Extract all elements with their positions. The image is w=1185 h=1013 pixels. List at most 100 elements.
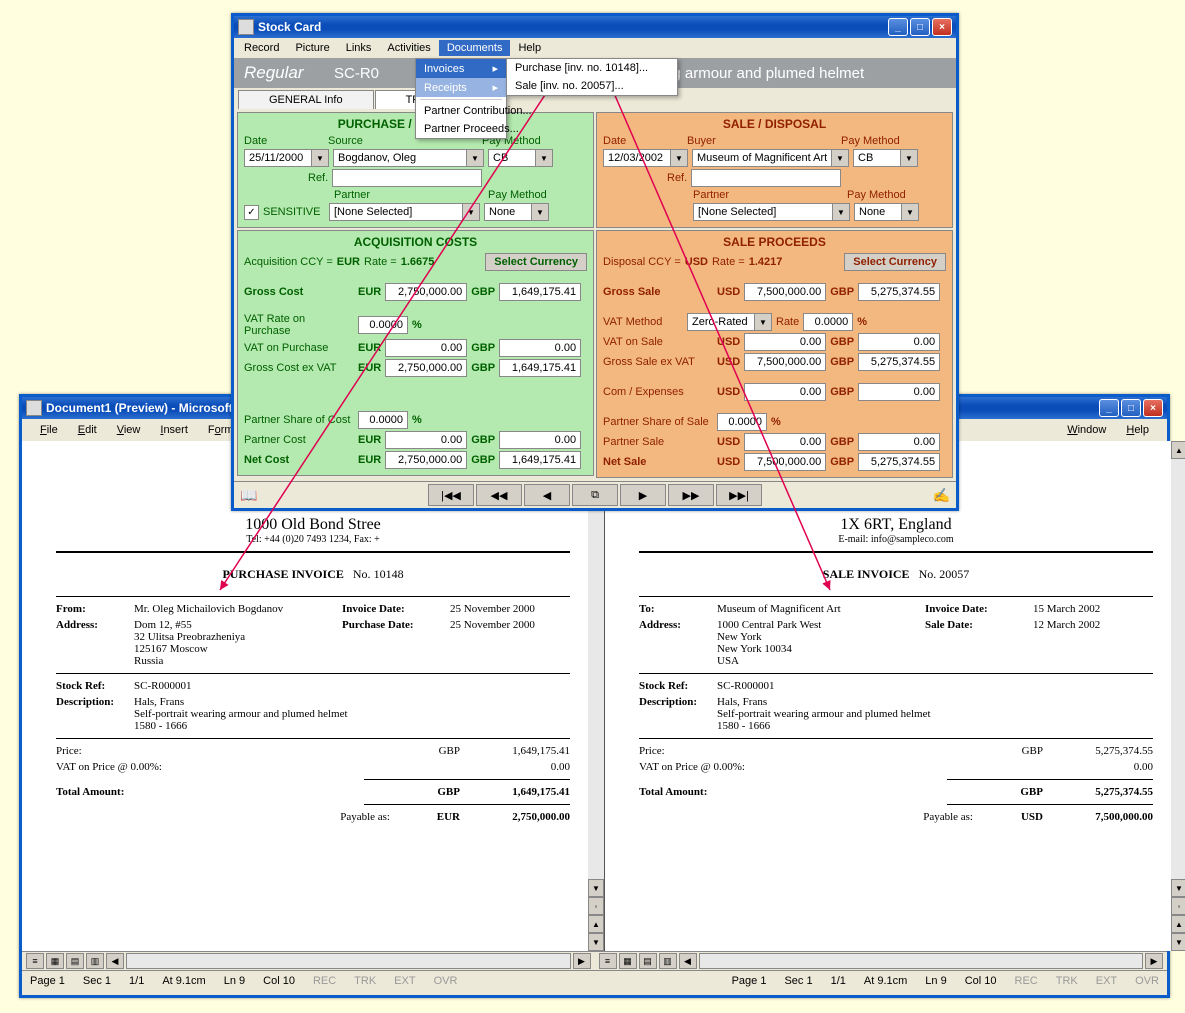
select-currency-acq[interactable]: Select Currency bbox=[485, 253, 587, 271]
status-col: Col 10 bbox=[263, 975, 295, 987]
nav-copy[interactable]: ⧉ bbox=[572, 484, 618, 506]
payable-label: Payable as: bbox=[56, 811, 390, 823]
nav-next[interactable]: ▶ bbox=[620, 484, 666, 506]
menu-activities[interactable]: Activities bbox=[379, 40, 438, 56]
menu-view[interactable]: View bbox=[107, 424, 151, 436]
grossex-v2[interactable] bbox=[499, 359, 581, 377]
sale-partner-field[interactable]: ▼ bbox=[693, 203, 850, 221]
select-currency-sale[interactable]: Select Currency bbox=[844, 253, 946, 271]
gross-v1[interactable] bbox=[385, 283, 467, 301]
s-vatmethod-rate[interactable] bbox=[803, 313, 853, 331]
s-vat-v1[interactable] bbox=[744, 333, 826, 351]
nav-prev[interactable]: ◀ bbox=[524, 484, 570, 506]
sale-ref-field[interactable] bbox=[691, 169, 841, 187]
vat-v2[interactable] bbox=[499, 339, 581, 357]
menu-invoices[interactable]: Invoices▸ bbox=[416, 59, 506, 78]
net-v2[interactable] bbox=[499, 451, 581, 469]
s-gross-v1[interactable] bbox=[744, 283, 826, 301]
maximize-button[interactable]: □ bbox=[910, 18, 930, 36]
scrollbar-doc2[interactable]: ▲▼◦▲▼ bbox=[1171, 441, 1185, 951]
menu-purchase-invoice[interactable]: Purchase [inv. no. 10148]... bbox=[507, 59, 677, 77]
purchase-pay1-field[interactable]: ▼ bbox=[488, 149, 553, 167]
sale-pay1-field[interactable]: ▼ bbox=[853, 149, 918, 167]
nav-next-page[interactable]: ▶▶ bbox=[668, 484, 714, 506]
view-btn-2[interactable]: ▦ bbox=[46, 953, 64, 969]
view-btn-4b[interactable]: ▥ bbox=[659, 953, 677, 969]
view-btn-4[interactable]: ▥ bbox=[86, 953, 104, 969]
menu-help[interactable]: Help bbox=[1116, 424, 1159, 436]
scroll-left-b[interactable]: ◀ bbox=[679, 953, 697, 969]
menu-sale-invoice[interactable]: Sale [inv. no. 20057]... bbox=[507, 77, 677, 95]
menu-documents[interactable]: Documents bbox=[439, 40, 511, 56]
vat-v1[interactable] bbox=[385, 339, 467, 357]
purchase-date-field[interactable]: ▼ bbox=[244, 149, 329, 167]
hscroll-track[interactable] bbox=[126, 953, 571, 969]
view-btn-3b[interactable]: ▤ bbox=[639, 953, 657, 969]
nav-prev-page[interactable]: ◀◀ bbox=[476, 484, 522, 506]
close-button[interactable]: × bbox=[932, 18, 952, 36]
sensitive-checkbox[interactable]: ✓ bbox=[244, 205, 259, 220]
gross-ccy2: GBP bbox=[471, 286, 495, 298]
s-gross-v2[interactable] bbox=[858, 283, 940, 301]
net-v1[interactable] bbox=[385, 451, 467, 469]
sale-pay2-field[interactable]: ▼ bbox=[854, 203, 919, 221]
scroll-left[interactable]: ◀ bbox=[106, 953, 124, 969]
menu-window[interactable]: Window bbox=[1057, 424, 1116, 436]
menu-receipts[interactable]: Receipts▸ bbox=[416, 78, 506, 97]
purchase-ref-field[interactable] bbox=[332, 169, 482, 187]
menu-record[interactable]: Record bbox=[236, 40, 287, 56]
menu-edit[interactable]: Edit bbox=[68, 424, 107, 436]
vatmethod-field[interactable]: ▼ bbox=[687, 313, 772, 331]
2view-btn-2b[interactable]: ▦ bbox=[619, 953, 637, 969]
grossex-v1[interactable] bbox=[385, 359, 467, 377]
menu-partner-contribution[interactable]: Partner Contribution... bbox=[416, 102, 506, 120]
minimize-button[interactable]: _ bbox=[1099, 399, 1119, 417]
vat-ccy2: GBP bbox=[471, 342, 495, 354]
menu-picture[interactable]: Picture bbox=[287, 40, 337, 56]
menu-partner-proceeds[interactable]: Partner Proceeds... bbox=[416, 120, 506, 138]
book-icon[interactable]: 📖 bbox=[240, 487, 257, 504]
s-grossex-v1[interactable] bbox=[744, 353, 826, 371]
nav-first[interactable]: |◀◀ bbox=[428, 484, 474, 506]
view-btn-3[interactable]: ▤ bbox=[66, 953, 84, 969]
purchase-pay2-field[interactable]: ▼ bbox=[484, 203, 549, 221]
s-psale-v1[interactable] bbox=[744, 433, 826, 451]
s-lbl-pay2: Pay Method bbox=[847, 189, 906, 201]
gross-v2[interactable] bbox=[499, 283, 581, 301]
menu-links[interactable]: Links bbox=[338, 40, 380, 56]
pcost-v2[interactable] bbox=[499, 431, 581, 449]
s-psale-v2[interactable] bbox=[858, 433, 940, 451]
s-grossex-v2[interactable] bbox=[858, 353, 940, 371]
view-btn-1[interactable]: ≡ bbox=[26, 953, 44, 969]
s-net-v2[interactable] bbox=[858, 453, 940, 471]
vatrate-v[interactable] bbox=[358, 316, 408, 334]
nav-last[interactable]: ▶▶| bbox=[716, 484, 762, 506]
pshare-v[interactable] bbox=[358, 411, 408, 429]
signature-icon[interactable]: ✍ bbox=[933, 487, 950, 504]
s-lbl-grossex: Gross Sale ex VAT bbox=[603, 356, 713, 368]
s-comexp-v2[interactable] bbox=[858, 383, 940, 401]
menu-help[interactable]: Help bbox=[510, 40, 549, 56]
purchase-partner-field[interactable]: ▼ bbox=[329, 203, 480, 221]
total2-label: Total Amount: bbox=[639, 786, 973, 798]
sale-buyer-field[interactable]: ▼ bbox=[692, 149, 849, 167]
pcost-v1[interactable] bbox=[385, 431, 467, 449]
view-btn-1b[interactable]: ≡ bbox=[599, 953, 617, 969]
scroll-right[interactable]: ▶ bbox=[573, 953, 591, 969]
scrollbar-doc1[interactable]: ▲▼◦▲▼ bbox=[588, 441, 604, 951]
menu-file[interactable]: File bbox=[30, 424, 68, 436]
sale-date-field[interactable]: ▼ bbox=[603, 149, 688, 167]
minimize-button[interactable]: _ bbox=[888, 18, 908, 36]
maximize-button[interactable]: □ bbox=[1121, 399, 1141, 417]
s-pshare-v[interactable] bbox=[717, 413, 767, 431]
menu-insert[interactable]: Insert bbox=[150, 424, 198, 436]
nav-bar: 📖 |◀◀ ◀◀ ◀ ⧉ ▶ ▶▶ ▶▶| ✍ bbox=[234, 481, 956, 508]
scroll-right-b[interactable]: ▶ bbox=[1145, 953, 1163, 969]
tab-general[interactable]: GENERAL Info bbox=[238, 90, 374, 109]
s-vat-v2[interactable] bbox=[858, 333, 940, 351]
s-net-v1[interactable] bbox=[744, 453, 826, 471]
purchase-source-field[interactable]: ▼ bbox=[333, 149, 484, 167]
hscroll-track-b[interactable] bbox=[699, 953, 1144, 969]
s-comexp-v1[interactable] bbox=[744, 383, 826, 401]
close-button[interactable]: × bbox=[1143, 399, 1163, 417]
